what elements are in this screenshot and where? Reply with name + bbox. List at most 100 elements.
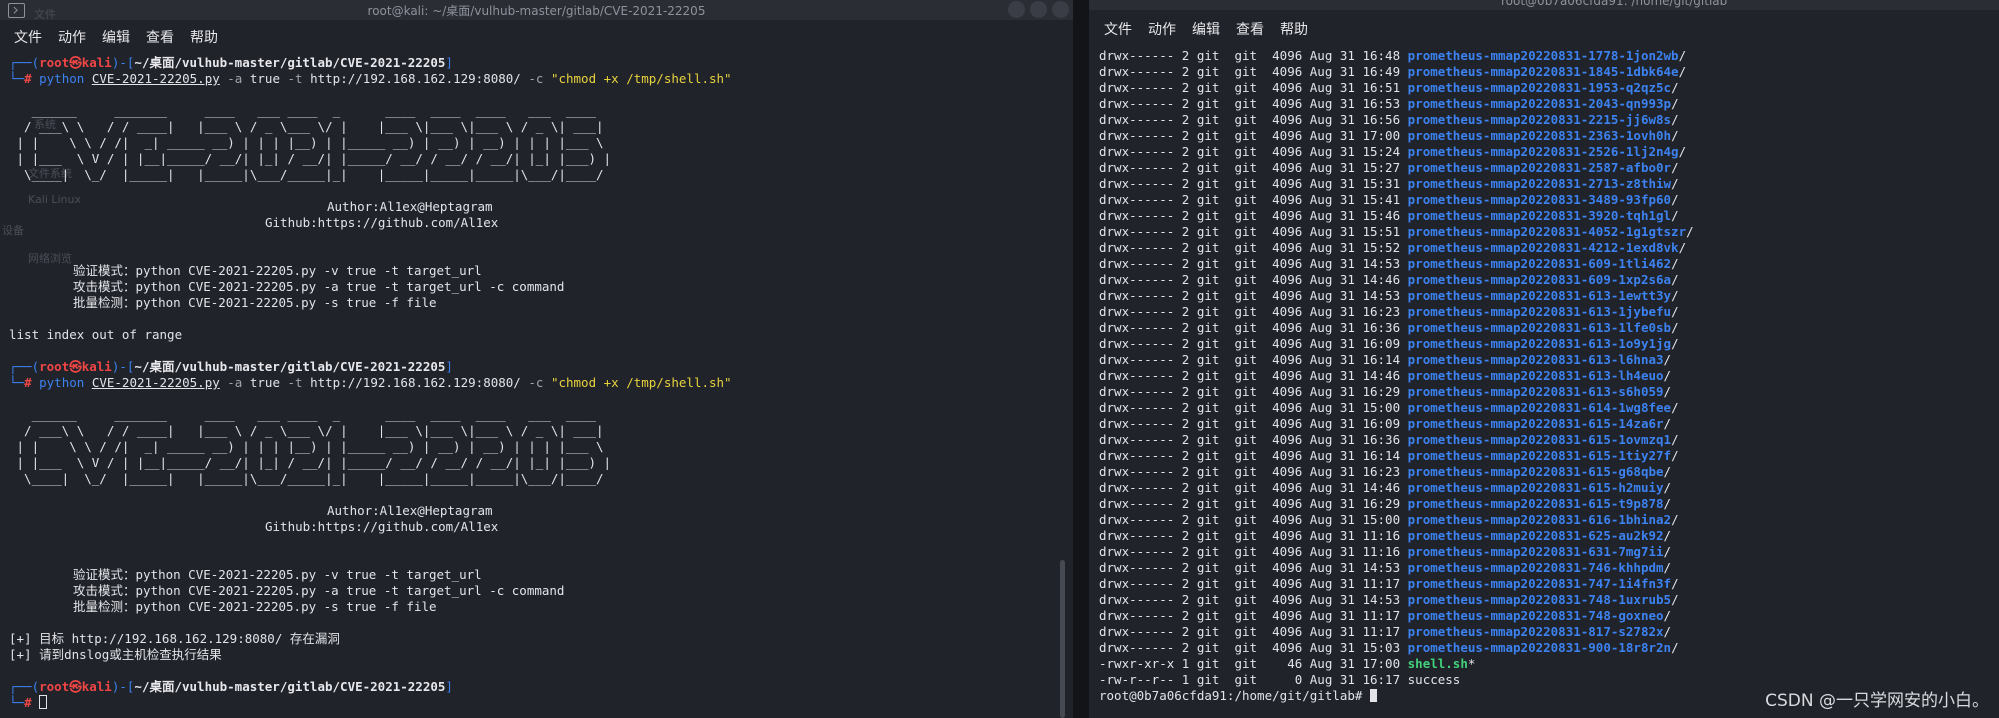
dir-name: prometheus-mmap20220831-748-1uxrub5 bbox=[1407, 592, 1672, 607]
menu-edit[interactable]: 编辑 bbox=[1192, 19, 1220, 39]
dir-name: prometheus-mmap20220831-613-1ewtt3y bbox=[1407, 288, 1672, 303]
dir-row: drwx------ 2 git git 4096 Aug 31 16:36 p… bbox=[1099, 320, 1679, 335]
dir-row: drwx------ 2 git git 4096 Aug 31 14:46 p… bbox=[1099, 368, 1672, 383]
dir-row: drwx------ 2 git git 4096 Aug 31 16:56 p… bbox=[1099, 112, 1679, 127]
dir-name: prometheus-mmap20220831-817-s2782x bbox=[1407, 624, 1664, 639]
dir-row: drwx------ 2 git git 4096 Aug 31 16:09 p… bbox=[1099, 336, 1679, 351]
dir-row: drwx------ 2 git git 4096 Aug 31 15:51 p… bbox=[1099, 224, 1694, 239]
dir-name: prometheus-mmap20220831-615-h2muiy bbox=[1407, 480, 1664, 495]
menu-help[interactable]: 帮助 bbox=[1280, 19, 1308, 39]
dir-name: prometheus-mmap20220831-2215-jj6w8s bbox=[1407, 112, 1672, 127]
ascii-banner-line: \____| \_/ |_____| |_____|\___/_____|_| … bbox=[9, 471, 604, 486]
menu-help[interactable]: 帮助 bbox=[190, 27, 218, 47]
usage-verify: 验证模式：python CVE-2021-22205.py -v true -t… bbox=[73, 263, 482, 278]
window-divider bbox=[1073, 0, 1089, 718]
dir-name: prometheus-mmap20220831-747-1i4fn3f bbox=[1407, 576, 1672, 591]
right-terminal-output[interactable]: drwx------ 2 git git 4096 Aug 31 16:48 p… bbox=[1099, 48, 1989, 704]
close-button[interactable] bbox=[1052, 1, 1069, 18]
dir-name: prometheus-mmap20220831-2043-qn993p bbox=[1407, 96, 1672, 111]
ascii-banner-line: / ___\ \ / / ____| |___ \ / _ \___ \/ | … bbox=[9, 119, 604, 134]
dir-row: drwx------ 2 git git 4096 Aug 31 15:31 p… bbox=[1099, 176, 1679, 191]
dir-name: prometheus-mmap20220831-4052-1g1gtszr bbox=[1407, 224, 1687, 239]
left-title-bar: root@kali: ~/桌面/vulhub-master/gitlab/CVE… bbox=[0, 0, 1073, 20]
dir-name: prometheus-mmap20220831-625-au2k92 bbox=[1407, 528, 1664, 543]
dir-row: drwx------ 2 git git 4096 Aug 31 15:03 p… bbox=[1099, 640, 1679, 655]
ascii-banner-line: ______ _______ ____ ___ ____ _ ____ ____… bbox=[9, 103, 596, 118]
right-terminal-window[interactable]: root@0b7a06cfda91: /home/git/gitlab 文件 动… bbox=[1089, 0, 1999, 718]
dir-row: drwx------ 2 git git 4096 Aug 31 16:23 p… bbox=[1099, 304, 1679, 319]
menu-action[interactable]: 动作 bbox=[1148, 19, 1176, 39]
github-line: Github:https://github.com/Al1ex bbox=[265, 215, 499, 230]
left-terminal-window[interactable]: root@kali: ~/桌面/vulhub-master/gitlab/CVE… bbox=[0, 0, 1073, 718]
dir-name: prometheus-mmap20220831-614-1wg8fee bbox=[1407, 400, 1672, 415]
author-line: Author:Al1ex@Heptagram bbox=[327, 199, 493, 214]
dir-name: prometheus-mmap20220831-615-t9p878 bbox=[1407, 496, 1664, 511]
directory-listing: drwx------ 2 git git 4096 Aug 31 16:48 p… bbox=[1099, 48, 1989, 656]
dir-row: drwx------ 2 git git 4096 Aug 31 11:17 p… bbox=[1099, 576, 1679, 591]
dir-row: drwx------ 2 git git 4096 Aug 31 16:29 p… bbox=[1099, 384, 1672, 399]
dir-row: drwx------ 2 git git 4096 Aug 31 11:16 p… bbox=[1099, 528, 1672, 543]
dir-name: prometheus-mmap20220831-746-khhpdm bbox=[1407, 560, 1664, 575]
minimize-button[interactable] bbox=[1008, 1, 1025, 18]
dir-name: prometheus-mmap20220831-613-l6hna3 bbox=[1407, 352, 1664, 367]
dir-row: drwx------ 2 git git 4096 Aug 31 15:46 p… bbox=[1099, 208, 1679, 223]
dir-name: prometheus-mmap20220831-631-7mg7ii bbox=[1407, 544, 1664, 559]
usage-batch: 批量检测：python CVE-2021-22205.py -s true -f… bbox=[73, 599, 437, 614]
ascii-banner-line: | |___ \ V / | |__|_____/ __/| |_| / __/… bbox=[9, 151, 612, 166]
dir-row: drwx------ 2 git git 4096 Aug 31 11:16 p… bbox=[1099, 544, 1672, 559]
command-line-1: └─# python CVE-2021-22205.py -a true -t … bbox=[9, 71, 732, 86]
prompt-line-3: ┌──(root㉿kali)-[~/桌面/vulhub-master/gitla… bbox=[9, 679, 453, 694]
dir-row: drwx------ 2 git git 4096 Aug 31 16:29 p… bbox=[1099, 496, 1672, 511]
dir-name: prometheus-mmap20220831-615-14za6r bbox=[1407, 416, 1664, 431]
menu-file[interactable]: 文件 bbox=[14, 27, 42, 47]
right-menu-bar: 文件 动作 编辑 查看 帮助 bbox=[1089, 14, 1999, 42]
dir-name: prometheus-mmap20220831-613-lh4euo bbox=[1407, 368, 1664, 383]
prompt-line-2: ┌──(root㉿kali)-[~/桌面/vulhub-master/gitla… bbox=[9, 359, 453, 374]
dir-row: drwx------ 2 git git 4096 Aug 31 16:23 p… bbox=[1099, 464, 1672, 479]
dir-name: prometheus-mmap20220831-1778-1jon2wb bbox=[1407, 48, 1679, 63]
menu-edit[interactable]: 编辑 bbox=[102, 27, 130, 47]
left-window-title: root@kali: ~/桌面/vulhub-master/gitlab/CVE… bbox=[367, 4, 706, 18]
command-line-2: └─# python CVE-2021-22205.py -a true -t … bbox=[9, 375, 732, 390]
dir-row: drwx------ 2 git git 4096 Aug 31 17:00 p… bbox=[1099, 128, 1679, 143]
dir-row: drwx------ 2 git git 4096 Aug 31 15:00 p… bbox=[1099, 400, 1679, 415]
dir-row: drwx------ 2 git git 4096 Aug 31 16:14 p… bbox=[1099, 352, 1672, 367]
left-terminal-output[interactable]: ┌──(root㉿kali)-[~/桌面/vulhub-master/gitla… bbox=[9, 55, 1059, 711]
menu-action[interactable]: 动作 bbox=[58, 27, 86, 47]
dir-name: prometheus-mmap20220831-613-1jybefu bbox=[1407, 304, 1672, 319]
ascii-banner-line: / ___\ \ / / ____| |___ \ / _ \___ \/ | … bbox=[9, 423, 604, 438]
dir-row: drwx------ 2 git git 4096 Aug 31 16:53 p… bbox=[1099, 96, 1679, 111]
right-window-title: root@0b7a06cfda91: /home/git/gitlab bbox=[1501, 0, 1728, 8]
dir-name: prometheus-mmap20220831-1953-q2qz5c bbox=[1407, 80, 1672, 95]
menu-view[interactable]: 查看 bbox=[146, 27, 174, 47]
usage-verify: 验证模式：python CVE-2021-22205.py -v true -t… bbox=[73, 567, 482, 582]
dir-name: prometheus-mmap20220831-4212-1exd8vk bbox=[1407, 240, 1679, 255]
command-line-3[interactable]: └─# bbox=[9, 695, 1059, 711]
dir-name: prometheus-mmap20220831-615-g68qbe bbox=[1407, 464, 1664, 479]
result-vulnerable: [+] 目标 http://192.168.162.129:8080/ 存在漏洞 bbox=[9, 631, 340, 646]
author-line: Author:Al1ex@Heptagram bbox=[327, 503, 493, 518]
prompt-line-1: ┌──(root㉿kali)-[~/桌面/vulhub-master/gitla… bbox=[9, 55, 453, 70]
dir-row: drwx------ 2 git git 4096 Aug 31 14:53 p… bbox=[1099, 288, 1679, 303]
maximize-button[interactable] bbox=[1030, 1, 1047, 18]
dir-row: drwx------ 2 git git 4096 Aug 31 14:46 p… bbox=[1099, 480, 1672, 495]
dir-row: drwx------ 2 git git 4096 Aug 31 15:27 p… bbox=[1099, 160, 1679, 175]
menu-file[interactable]: 文件 bbox=[1104, 19, 1132, 39]
dir-name: prometheus-mmap20220831-613-1o9y1jg bbox=[1407, 336, 1672, 351]
dir-row: drwx------ 2 git git 4096 Aug 31 16:49 p… bbox=[1099, 64, 1687, 79]
usage-attack: 攻击模式：python CVE-2021-22205.py -a true -t… bbox=[73, 583, 565, 598]
menu-view[interactable]: 查看 bbox=[1236, 19, 1264, 39]
dir-row: drwx------ 2 git git 4096 Aug 31 14:46 p… bbox=[1099, 272, 1679, 287]
dir-name: prometheus-mmap20220831-3920-tqh1gl bbox=[1407, 208, 1672, 223]
csdn-watermark: CSDN @一只学网安的小白。 bbox=[1765, 691, 1989, 711]
dir-row: drwx------ 2 git git 4096 Aug 31 16:14 p… bbox=[1099, 448, 1679, 463]
dir-name: prometheus-mmap20220831-2713-z8thiw bbox=[1407, 176, 1672, 191]
left-menu-bar: 文件 动作 编辑 查看 帮助 bbox=[0, 22, 1073, 50]
ascii-banner-line: ______ _______ ____ ___ ____ _ ____ ____… bbox=[9, 407, 596, 422]
dir-name: prometheus-mmap20220831-3489-93fp60 bbox=[1407, 192, 1672, 207]
result-check-dnslog: [+] 请到dnslog或主机检查执行结果 bbox=[9, 647, 222, 662]
dir-row: drwx------ 2 git git 4096 Aug 31 11:17 p… bbox=[1099, 624, 1672, 639]
dir-row: drwx------ 2 git git 4096 Aug 31 15:24 p… bbox=[1099, 144, 1687, 159]
dir-name: prometheus-mmap20220831-609-1xp2s6a bbox=[1407, 272, 1672, 287]
left-scrollbar[interactable] bbox=[1060, 560, 1065, 718]
